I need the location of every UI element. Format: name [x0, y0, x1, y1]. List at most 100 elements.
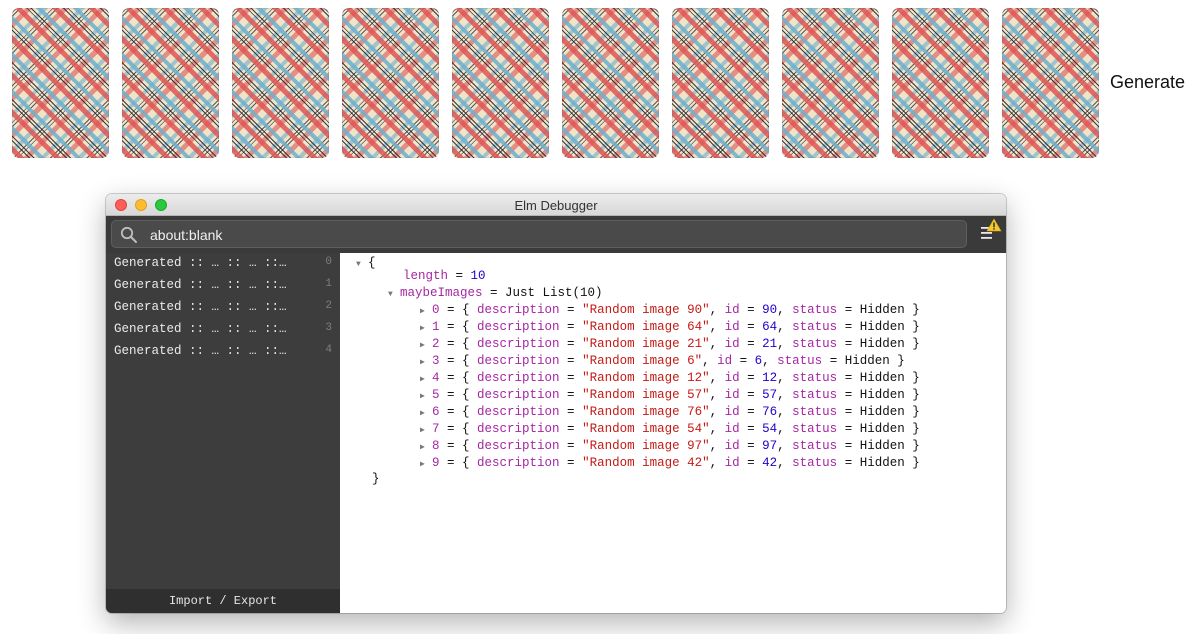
hamburger-menu-icon [981, 218, 1002, 239]
item-index: 5 [432, 388, 440, 402]
message-row[interactable]: Generated :: … :: … ::… 3 [106, 319, 340, 341]
field-name: status [792, 303, 838, 317]
item-index: 4 [432, 371, 440, 385]
collapsed-arrow-icon[interactable]: ▶ [420, 354, 432, 371]
status-value: Hidden [859, 337, 905, 351]
field-name: description [477, 303, 560, 317]
description-value: "Random image 12" [582, 371, 710, 385]
description-value: "Random image 6" [582, 354, 703, 368]
message-history-sidebar: Generated :: … :: … ::… 0 Generated :: … :… [106, 253, 340, 613]
import-export-button[interactable]: Import / Export [106, 589, 340, 613]
collapsed-arrow-icon[interactable]: ▶ [420, 371, 432, 388]
collapsed-arrow-icon[interactable]: ▶ [420, 303, 432, 320]
model-view: ▼{ length = 10 ▼ maybeImages = Just List(… [340, 253, 1006, 613]
item-index: 8 [432, 439, 440, 453]
status-value: Hidden [859, 439, 905, 453]
description-value: "Random image 57" [582, 388, 710, 402]
image-record-line: ▶ 4 = { description = "Random image 12", … [420, 370, 920, 387]
status-value: Hidden [859, 320, 905, 334]
message-row[interactable]: Generated :: … :: … ::… 4 [106, 341, 340, 363]
card-back[interactable] [562, 8, 659, 158]
collapsed-arrow-icon[interactable]: ▶ [420, 439, 432, 456]
address-text: about:blank [150, 227, 223, 243]
field-value: 10 [470, 269, 486, 283]
message-label: Generated :: … :: … ::… [114, 278, 287, 292]
id-value: 90 [762, 303, 778, 317]
image-record-line: ▶ 6 = { description = "Random image 76", … [420, 404, 920, 421]
item-index: 9 [432, 456, 440, 470]
collapsed-arrow-icon[interactable]: ▶ [420, 337, 432, 354]
field-name: status [792, 439, 838, 453]
status-value: Hidden [844, 354, 890, 368]
field-name: status [792, 456, 838, 470]
message-row[interactable]: Generated :: … :: … ::… 2 [106, 297, 340, 319]
item-index: 3 [432, 354, 440, 368]
message-index: 0 [325, 256, 332, 268]
card-back[interactable] [122, 8, 219, 158]
hamburger-menu-button[interactable] [978, 218, 1004, 246]
message-index: 2 [325, 300, 332, 312]
collapsed-arrow-icon[interactable]: ▶ [420, 456, 432, 473]
description-value: "Random image 21" [582, 337, 710, 351]
field-name: description [477, 456, 560, 470]
image-record-line: ▶ 7 = { description = "Random image 54", … [420, 421, 920, 438]
item-index: 1 [432, 320, 440, 334]
id-value: 64 [762, 320, 778, 334]
description-value: "Random image 42" [582, 456, 710, 470]
field-name: description [477, 354, 560, 368]
expanded-arrow-icon[interactable]: ▼ [356, 256, 368, 273]
field-name: id [717, 354, 733, 368]
field-name: description [477, 320, 560, 334]
card-back[interactable] [892, 8, 989, 158]
field-name: id [724, 405, 740, 419]
field-name: id [724, 439, 740, 453]
status-value: Hidden [859, 422, 905, 436]
card-back[interactable] [672, 8, 769, 158]
field-name: id [724, 422, 740, 436]
window-title: Elm Debugger [514, 198, 598, 213]
message-index: 3 [325, 322, 332, 334]
card-back[interactable] [452, 8, 549, 158]
message-row[interactable]: Generated :: … :: … ::… 0 [106, 253, 340, 275]
address-bar[interactable]: about:blank [111, 220, 967, 248]
message-label: Generated :: … :: … ::… [114, 256, 287, 270]
card-back[interactable] [782, 8, 879, 158]
field-name: description [477, 337, 560, 351]
item-index: 7 [432, 422, 440, 436]
id-value: 76 [762, 405, 778, 419]
message-index: 1 [325, 278, 332, 290]
field-name: description [477, 422, 560, 436]
card-back[interactable] [232, 8, 329, 158]
message-label: Generated :: … :: … ::… [114, 300, 287, 314]
message-row[interactable]: Generated :: … :: … ::… 1 [106, 275, 340, 297]
length-line: length = 10 [403, 269, 486, 283]
card-back[interactable] [1002, 8, 1099, 158]
description-value: "Random image 76" [582, 405, 710, 419]
collapsed-arrow-icon[interactable]: ▶ [420, 405, 432, 422]
field-name: description [477, 371, 560, 385]
id-value: 97 [762, 439, 778, 453]
field-name: status [792, 320, 838, 334]
id-value: 54 [762, 422, 778, 436]
image-record-line: ▶ 8 = { description = "Random image 97", … [420, 438, 920, 455]
field-name: description [477, 439, 560, 453]
image-record-line: ▶ 2 = { description = "Random image 21", … [420, 336, 920, 353]
field-name: maybeImages [400, 286, 483, 300]
collapsed-arrow-icon[interactable]: ▶ [420, 388, 432, 405]
description-value: "Random image 64" [582, 320, 710, 334]
status-value: Hidden [859, 371, 905, 385]
expanded-arrow-icon[interactable]: ▼ [388, 286, 400, 303]
field-name: status [792, 388, 838, 402]
field-name: id [724, 303, 740, 317]
field-name: description [477, 405, 560, 419]
collapsed-arrow-icon[interactable]: ▶ [420, 422, 432, 439]
collapsed-arrow-icon[interactable]: ▶ [420, 320, 432, 337]
description-value: "Random image 54" [582, 422, 710, 436]
card-back[interactable] [12, 8, 109, 158]
generate-button[interactable]: Generate [1110, 72, 1185, 93]
card-back[interactable] [342, 8, 439, 158]
message-label: Generated :: … :: … ::… [114, 344, 287, 358]
field-name: id [724, 320, 740, 334]
model-root-line: ▼{ [356, 255, 376, 272]
id-value: 6 [754, 354, 763, 368]
